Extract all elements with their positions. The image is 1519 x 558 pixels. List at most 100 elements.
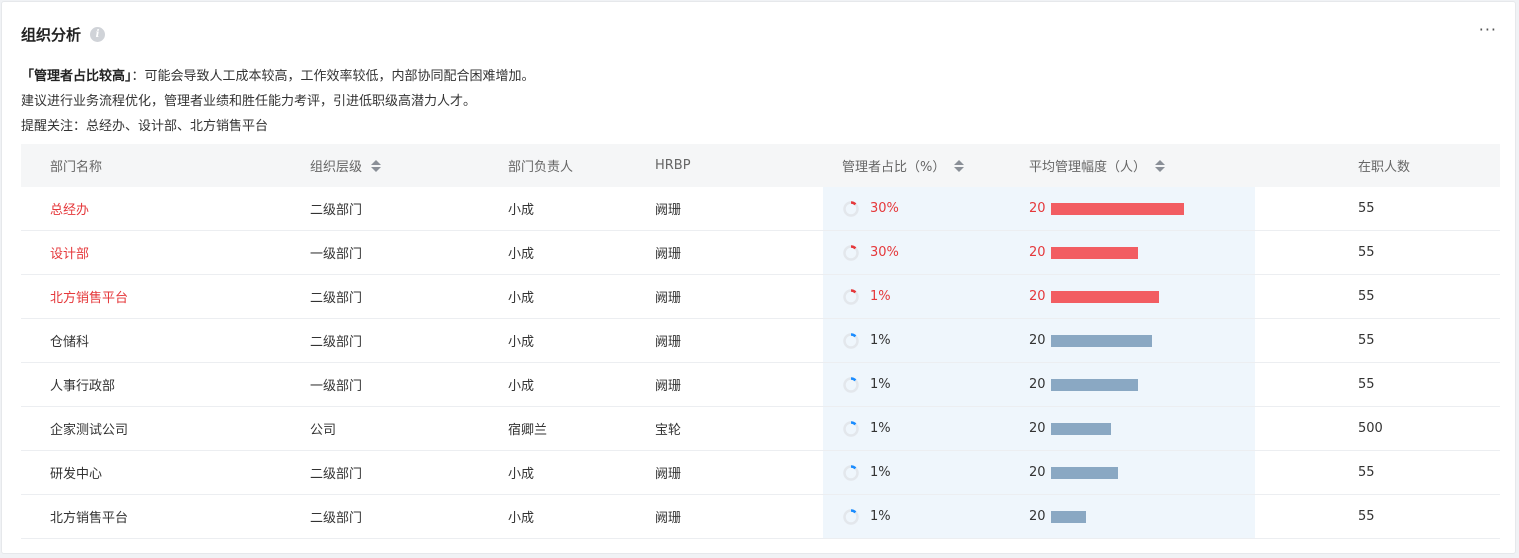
column-header-dept: 部门名称 (50, 160, 103, 175)
dept-name[interactable]: 研发中心 (50, 451, 102, 494)
column-header-leader: 部门负责人 (508, 160, 574, 175)
org-table: 部门名称 组织层级 部门负责人 HRBP 管理者占比（%） 平均管理幅度（人） … (21, 144, 1500, 539)
management-span: 20 (1029, 451, 1118, 494)
dept-leader: 小成 (508, 203, 535, 218)
table-row[interactable]: 企家测试公司 公司 宿卿兰 宝轮 1% 20 500 (21, 407, 1500, 451)
more-options-icon[interactable]: ··· (1479, 20, 1497, 40)
dept-name[interactable]: 北方销售平台 (50, 495, 128, 538)
span-bar (1051, 290, 1159, 303)
org-level: 二级部门 (310, 203, 363, 218)
table-row[interactable]: 总经办 二级部门 小成 阙珊 30% 20 55 (21, 187, 1500, 231)
management-span: 20 (1029, 319, 1152, 362)
dept-name[interactable]: 总经办 (50, 187, 89, 230)
manager-ratio: 1% (842, 495, 891, 538)
span-bar (1051, 422, 1111, 435)
ratio-value: 30% (870, 201, 899, 216)
dept-name[interactable]: 设计部 (50, 231, 89, 274)
span-value: 20 (1029, 201, 1046, 216)
management-span: 20 (1029, 187, 1184, 230)
dept-leader: 小成 (508, 247, 535, 262)
manager-ratio: 30% (842, 187, 899, 230)
management-span: 20 (1029, 407, 1111, 450)
org-level: 一级部门 (310, 247, 363, 262)
hrbp: 阙珊 (655, 379, 682, 394)
column-header-span[interactable]: 平均管理幅度（人） (1029, 144, 1166, 187)
description-highlight: 「管理者占比较高」 (21, 69, 132, 84)
span-bar (1051, 378, 1138, 391)
manager-ratio: 1% (842, 363, 891, 406)
management-span: 20 (1029, 231, 1138, 274)
dept-leader: 宿卿兰 (508, 423, 548, 438)
description-line-1: 「管理者占比较高」：可能会导致人工成本较高，工作效率较低，内部协同配合困难增加。 (21, 64, 535, 89)
table-row[interactable]: 研发中心 二级部门 小成 阙珊 1% 20 55 (21, 451, 1500, 495)
dept-leader: 小成 (508, 335, 535, 350)
ratio-ring-icon (843, 464, 859, 481)
column-header-headcount: 在职人数 (1358, 160, 1411, 175)
ratio-ring-icon (843, 376, 859, 393)
column-header-hrbp: HRBP (655, 158, 691, 173)
dept-name[interactable]: 仓储科 (50, 319, 89, 362)
dept-name[interactable]: 北方销售平台 (50, 275, 128, 318)
column-header-manager-ratio[interactable]: 管理者占比（%） (842, 144, 965, 187)
card-title: 组织分析 (21, 25, 82, 44)
info-icon[interactable]: i (90, 26, 106, 42)
org-level: 二级部门 (310, 467, 363, 482)
table-body: 总经办 二级部门 小成 阙珊 30% 20 55 设计部 一级部门 小成 阙珊 … (21, 187, 1500, 539)
manager-ratio: 1% (842, 451, 891, 494)
headcount: 55 (1358, 333, 1375, 348)
manager-ratio: 1% (842, 319, 891, 362)
dept-leader: 小成 (508, 511, 535, 526)
hrbp: 阙珊 (655, 203, 682, 218)
headcount: 55 (1358, 465, 1375, 480)
sort-icon[interactable] (1155, 159, 1166, 172)
ratio-ring-icon (843, 508, 859, 525)
dept-name[interactable]: 企家测试公司 (50, 407, 128, 450)
dept-leader: 小成 (508, 291, 535, 306)
span-bar (1051, 334, 1152, 347)
span-value: 20 (1029, 509, 1046, 524)
card-header: 组织分析 i (21, 22, 106, 46)
ratio-ring-icon (843, 200, 859, 217)
ratio-value: 1% (870, 289, 891, 304)
manager-ratio: 30% (842, 231, 899, 274)
description-line-3: 提醒关注：总经办、设计部、北方销售平台 (21, 119, 269, 134)
span-value: 20 (1029, 465, 1046, 480)
management-span: 20 (1029, 495, 1086, 538)
span-value: 20 (1029, 333, 1046, 348)
org-level: 公司 (310, 423, 337, 438)
ratio-value: 1% (870, 509, 891, 524)
ratio-value: 1% (870, 421, 891, 436)
headcount: 55 (1358, 509, 1375, 524)
hrbp: 阙珊 (655, 291, 682, 306)
sort-icon[interactable] (371, 159, 382, 172)
span-bar (1051, 466, 1118, 479)
column-header-manager-ratio-label: 管理者占比（%） (842, 160, 946, 175)
table-row[interactable]: 人事行政部 一级部门 小成 阙珊 1% 20 55 (21, 363, 1500, 407)
hrbp: 宝轮 (655, 423, 682, 438)
manager-ratio: 1% (842, 407, 891, 450)
table-row[interactable]: 仓储科 二级部门 小成 阙珊 1% 20 55 (21, 319, 1500, 363)
ratio-ring-icon (843, 288, 859, 305)
hrbp: 阙珊 (655, 247, 682, 262)
org-level: 一级部门 (310, 379, 363, 394)
sort-icon[interactable] (954, 159, 965, 172)
table-row[interactable]: 北方销售平台 二级部门 小成 阙珊 1% 20 55 (21, 275, 1500, 319)
manager-ratio: 1% (842, 275, 891, 318)
hrbp: 阙珊 (655, 511, 682, 526)
org-level: 二级部门 (310, 335, 363, 350)
span-bar (1051, 202, 1184, 215)
description-text: ：可能会导致人工成本较高，工作效率较低，内部协同配合困难增加。 (131, 69, 535, 84)
ratio-ring-icon (843, 244, 859, 261)
column-header-level[interactable]: 组织层级 (310, 144, 382, 187)
table-row[interactable]: 北方销售平台 二级部门 小成 阙珊 1% 20 55 (21, 495, 1500, 539)
span-bar (1051, 246, 1138, 259)
ratio-value: 1% (870, 465, 891, 480)
span-value: 20 (1029, 245, 1046, 260)
column-header-span-label: 平均管理幅度（人） (1029, 160, 1147, 175)
dept-name[interactable]: 人事行政部 (50, 363, 115, 406)
headcount: 55 (1358, 289, 1375, 304)
table-row[interactable]: 设计部 一级部门 小成 阙珊 30% 20 55 (21, 231, 1500, 275)
analysis-description: 「管理者占比较高」：可能会导致人工成本较高，工作效率较低，内部协同配合困难增加。… (21, 64, 535, 139)
headcount: 55 (1358, 245, 1375, 260)
dept-leader: 小成 (508, 379, 535, 394)
